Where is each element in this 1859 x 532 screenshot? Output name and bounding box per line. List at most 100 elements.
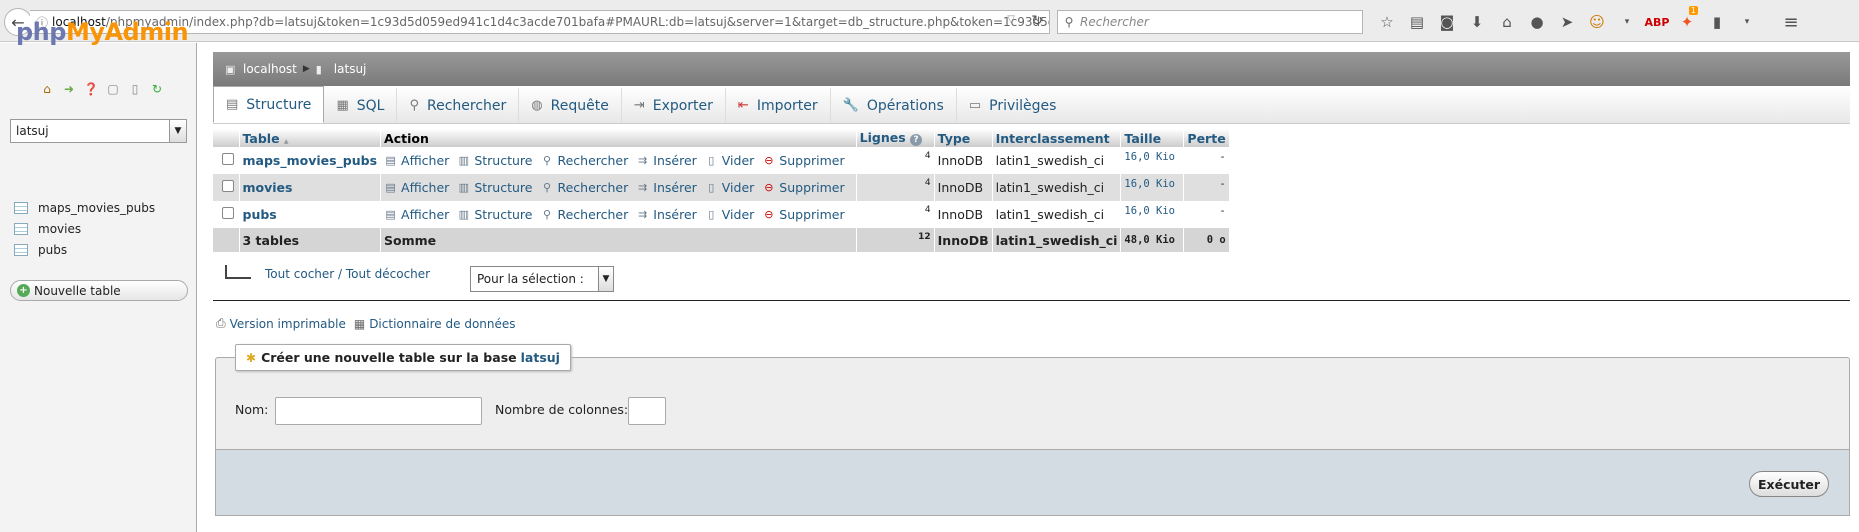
check-all-link[interactable]: Tout cocher / Tout décocher — [265, 267, 430, 281]
column-header-size[interactable]: Taille — [1120, 129, 1185, 147]
empty-action[interactable]: ▯ Vider — [705, 207, 754, 222]
table-name-link[interactable]: maps_movies_pubs — [239, 147, 382, 174]
settings-icon[interactable]: ▯ — [126, 80, 144, 98]
download-icon[interactable]: ⬇ — [1462, 12, 1492, 32]
tab-structure[interactable]: ▤ Structure — [213, 86, 325, 123]
logout-icon[interactable]: ➜ — [60, 80, 78, 98]
clipboard-icon[interactable]: ▮ — [1702, 12, 1732, 32]
adblock-icon[interactable]: ABP — [1642, 12, 1672, 32]
drop-action[interactable]: ⊖ Supprimer — [762, 153, 844, 168]
chat-icon[interactable]: ● — [1522, 12, 1552, 32]
phpmyadmin-logo[interactable]: phpMyAdmin — [16, 18, 189, 46]
reading-list-icon[interactable]: ▤ — [1402, 12, 1432, 32]
size-cell[interactable]: 16,0 Kio — [1120, 147, 1185, 174]
structure-action[interactable]: ▥ Structure — [457, 153, 533, 168]
menu-icon[interactable]: ≡ — [1776, 12, 1806, 33]
pocket-icon[interactable]: ◙ — [1432, 12, 1462, 32]
insert-action[interactable]: ⇉ Insérer — [636, 153, 697, 168]
tab-sql[interactable]: ▦ SQL — [324, 88, 398, 123]
search-action[interactable]: ⚲ Rechercher — [540, 207, 628, 222]
table-name-link[interactable]: movies — [239, 174, 382, 201]
breadcrumb-database[interactable]: latsuj — [334, 62, 367, 76]
column-header-type[interactable]: Type — [934, 129, 993, 147]
action-label: Afficher — [401, 207, 450, 222]
tab-label: Exporter — [652, 97, 713, 114]
column-header-overhead[interactable]: Perte — [1183, 129, 1230, 147]
sidebar-item-maps-movies-pubs[interactable]: maps_movies_pubs — [14, 201, 155, 215]
send-icon[interactable]: ➤ — [1552, 12, 1582, 32]
database-select[interactable]: latsuj ▼ — [10, 119, 187, 143]
browser-search-bar[interactable]: ⚲ Rechercher — [1057, 10, 1363, 34]
reload-icon[interactable]: ↻ — [1031, 13, 1043, 29]
tab-label: SQL — [356, 97, 385, 114]
structure-action[interactable]: ▥ Structure — [457, 207, 533, 222]
column-count-input[interactable] — [628, 397, 666, 425]
tab-operations[interactable]: 🔧 Opérations — [831, 88, 957, 123]
bookmark-star-icon[interactable]: ☆ — [1372, 12, 1402, 32]
column-header-collation[interactable]: Interclassement — [992, 129, 1122, 147]
help-icon[interactable]: ? — [910, 134, 923, 146]
table-name-input[interactable] — [275, 397, 482, 425]
header-label: Lignes — [859, 130, 906, 145]
empty-action[interactable]: ▯ Vider — [705, 180, 754, 195]
documentation-icon[interactable]: ▢ — [104, 80, 122, 98]
breadcrumb-server[interactable]: localhost — [243, 62, 297, 76]
tab-search[interactable]: ⚲ Rechercher — [397, 88, 520, 123]
column-header-rows[interactable]: Lignes ? — [856, 129, 935, 147]
structure-icon: ▤ — [226, 97, 239, 112]
plus-icon: + — [17, 284, 30, 297]
table-icon — [14, 244, 28, 256]
browse-action[interactable]: ▤ Afficher — [384, 153, 449, 168]
row-checkbox[interactable] — [222, 153, 234, 165]
search-action[interactable]: ⚲ Rechercher — [540, 180, 628, 195]
tab-import[interactable]: ⇤ Importer — [726, 88, 831, 123]
home-icon[interactable]: ⌂ — [1492, 12, 1522, 32]
tab-query[interactable]: ◍ Requête — [519, 88, 622, 123]
browser-search-placeholder: Rechercher — [1080, 15, 1149, 29]
addon-face-icon[interactable]: ☺ — [1582, 12, 1612, 32]
size-cell[interactable]: 16,0 Kio — [1120, 174, 1185, 201]
search-icon: ⚲ — [1064, 15, 1074, 29]
insert-action[interactable]: ⇉ Insérer — [636, 180, 697, 195]
drop-action[interactable]: ⊖ Supprimer — [762, 180, 844, 195]
url-path: /phpmyadmin/index.php?db=latsuj&token=1c… — [105, 15, 1050, 29]
execute-button[interactable]: Exécuter — [1749, 471, 1829, 497]
structure-action[interactable]: ▥ Structure — [457, 180, 533, 195]
table-name-link[interactable]: pubs — [239, 201, 382, 228]
row-checkbox[interactable] — [222, 180, 234, 192]
dropdown-icon[interactable]: ▾ — [1612, 12, 1642, 32]
url-dropdown-icon[interactable]: ▽ — [1007, 14, 1015, 25]
empty-action[interactable]: ▯ Vider — [705, 153, 754, 168]
new-table-button[interactable]: + Nouvelle table — [10, 280, 188, 301]
new-table-label: Nouvelle table — [34, 283, 121, 298]
action-label: Rechercher — [557, 180, 629, 195]
insert-action[interactable]: ⇉ Insérer — [636, 207, 697, 222]
overflow-dropdown-icon[interactable]: ▾ — [1732, 12, 1762, 32]
sidebar-item-movies[interactable]: movies — [14, 222, 81, 236]
new-table-icon: ✱ — [246, 350, 257, 365]
reload-icon[interactable]: ↻ — [148, 80, 166, 98]
search-action[interactable]: ⚲ Rechercher — [540, 153, 628, 168]
row-checkbox[interactable] — [222, 207, 234, 219]
sidebar-item-pubs[interactable]: pubs — [14, 243, 67, 257]
breadcrumb-separator-icon: ▶ — [302, 64, 310, 74]
arrow-up-left-icon — [225, 265, 251, 279]
column-header-table[interactable]: Table ▲ — [239, 129, 382, 147]
tab-export[interactable]: ⇥ Exporter — [622, 88, 726, 123]
overhead-cell: - — [1183, 174, 1230, 201]
data-dictionary-link[interactable]: Dictionnaire de données — [369, 317, 515, 331]
size-cell[interactable]: 16,0 Kio — [1120, 201, 1185, 228]
summary-empty-cell — [213, 228, 240, 252]
printable-version-link[interactable]: Version imprimable — [230, 317, 346, 331]
drop-action[interactable]: ⊖ Supprimer — [762, 207, 844, 222]
row-actions: ▤ Afficher ▥ Structure ⚲ Rechercher ⇉ Insérer ▯ V… — [384, 153, 853, 168]
home-icon[interactable]: ⌂ — [38, 80, 56, 98]
browse-action[interactable]: ▤ Afficher — [384, 207, 449, 222]
help-icon[interactable]: ❓ — [82, 80, 100, 98]
table-row: movies ▤ Afficher ▥ Structure ⚲ Rechercher ⇉ Ins… — [213, 174, 1230, 201]
with-selected-select[interactable]: Pour la sélection : ▼ — [470, 266, 614, 292]
tab-privileges[interactable]: ▭ Privilèges — [957, 88, 1069, 123]
addon-icon[interactable]: ✦ 1 — [1672, 6, 1702, 32]
column-count-label: Nombre de colonnes: — [495, 402, 629, 417]
browse-action[interactable]: ▤ Afficher — [384, 180, 449, 195]
